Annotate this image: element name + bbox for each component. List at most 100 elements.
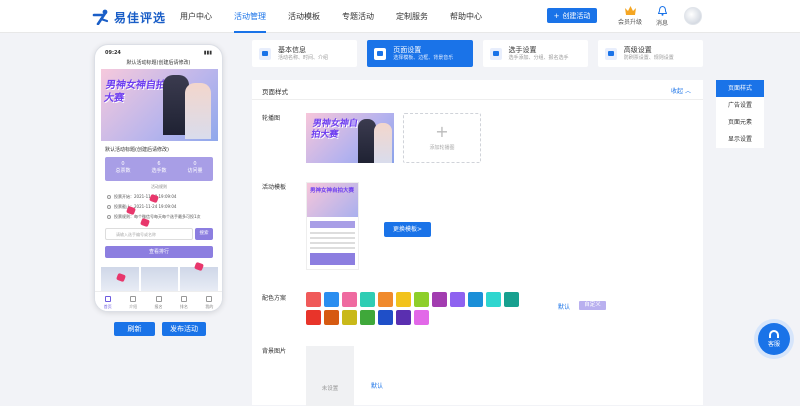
right-nav-display-settings[interactable]: 显示设置 <box>716 131 764 148</box>
app-name: 易佳评选 <box>114 10 167 25</box>
add-carousel-button[interactable]: + 添加轮播图 <box>403 113 481 163</box>
home-icon <box>104 296 111 302</box>
right-nav-page-elements[interactable]: 页面元素 <box>716 114 764 131</box>
template-thumbnail[interactable]: 男神女神自拍大赛 <box>306 182 359 270</box>
flower-decoration <box>149 193 159 204</box>
color-swatch[interactable] <box>342 310 357 325</box>
right-nav-ad-settings[interactable]: 广告设置 <box>716 97 764 114</box>
create-activity-button[interactable]: + 创建活动 <box>547 8 597 23</box>
setup-steps: 基本信息 活动名称、时间、介绍 页面设置 选择模板、边框、背景音乐 选手设置 选手添加… <box>252 40 703 67</box>
phone-rules-label: 活动规则 <box>151 184 167 189</box>
color-default-link[interactable]: 默认 <box>558 302 570 311</box>
carousel-label: 轮播图 <box>262 115 281 122</box>
phone-search-button[interactable]: 搜索 <box>195 228 213 240</box>
phone-tab-mine[interactable]: 我的 <box>197 292 222 311</box>
phone-tab-intro[interactable]: 介绍 <box>120 292 145 311</box>
phone-rank-button[interactable]: 查看排行 <box>105 246 213 258</box>
carousel-image[interactable]: 男神女神自拍大赛 <box>306 113 394 163</box>
color-swatch[interactable] <box>360 292 375 307</box>
phone-signal-icon: ▮▮▮ <box>203 50 212 56</box>
message-label: 消息 <box>655 20 668 27</box>
add-carousel-label: 添加轮播图 <box>429 145 455 151</box>
banner-person-female <box>374 123 392 163</box>
template-label: 活动模板 <box>262 184 287 191</box>
right-nav-page-style[interactable]: 页面样式 <box>716 80 764 97</box>
plus-icon: + <box>435 122 449 141</box>
phone-vote-rule: 投票规则：每个微信号每天每个选手最多可投1次 <box>107 214 201 220</box>
logo-icon <box>92 9 109 25</box>
color-scheme-label: 配色方案 <box>262 295 287 302</box>
phone-search-input[interactable]: 请输入选手编号或名称 <box>105 228 193 240</box>
gear-icon <box>604 47 617 60</box>
step-player-settings[interactable]: 选手设置 选手添加、分组、报名选手 <box>482 40 588 67</box>
background-label: 背景图片 <box>262 348 287 355</box>
nav-item-special[interactable]: 专题活动 <box>342 0 374 33</box>
color-swatch[interactable] <box>414 310 429 325</box>
chevron-up-icon: ︿ <box>684 88 691 95</box>
clock-icon <box>107 205 111 209</box>
color-swatch[interactable] <box>396 310 411 325</box>
phone-tab-home[interactable]: 首页 <box>95 292 120 311</box>
color-swatch[interactable] <box>432 292 447 307</box>
color-swatch[interactable] <box>468 292 483 307</box>
panel-title: 页面样式 <box>262 88 288 96</box>
color-swatch[interactable] <box>306 292 321 307</box>
customer-service-button[interactable]: 客服 <box>758 323 790 355</box>
signup-icon <box>155 296 162 302</box>
publish-activity-button[interactable]: 发布活动 <box>162 322 206 336</box>
phone-time: 09:24 <box>105 50 121 56</box>
logo[interactable]: 易佳评选 <box>92 8 166 26</box>
color-swatch[interactable] <box>396 292 411 307</box>
color-swatch[interactable] <box>450 292 465 307</box>
customer-service-label: 客服 <box>767 341 780 348</box>
refresh-button[interactable]: 刷新 <box>114 322 155 336</box>
stat-visits: 0 访问量 <box>187 161 203 174</box>
step-page-settings[interactable]: 页面设置 选择模板、边框、背景音乐 <box>367 40 473 67</box>
step-advanced-settings[interactable]: 高级设置 防刷票设置、规则设置 <box>597 40 703 67</box>
message-button[interactable]: 消息 <box>652 5 672 27</box>
phone-tab-bar: 首页 介绍 报名 排名 我的 <box>95 291 222 311</box>
vip-label: 会员升级 <box>617 19 642 26</box>
color-swatch[interactable] <box>378 292 393 307</box>
step-basic-info[interactable]: 基本信息 活动名称、时间、介绍 <box>252 40 358 67</box>
user-avatar[interactable] <box>684 7 702 25</box>
info-icon <box>107 215 111 219</box>
color-swatch[interactable] <box>324 292 339 307</box>
user-icon <box>489 47 502 60</box>
color-swatch[interactable] <box>486 292 501 307</box>
top-bar: 易佳评选 用户中心 活动管理 活动模板 专题活动 定制服务 帮助中心 + 创建活… <box>0 0 800 33</box>
template-banner-text: 男神女神自拍大赛 <box>310 188 355 194</box>
color-swatch[interactable] <box>378 310 393 325</box>
background-image-box[interactable]: 未设置 <box>306 346 354 406</box>
color-swatch[interactable] <box>342 292 357 307</box>
vip-upgrade-button[interactable]: 会员升级 <box>615 6 645 26</box>
background-default-link[interactable]: 默认 <box>371 381 383 390</box>
nav-item-custom-service[interactable]: 定制服务 <box>396 0 428 33</box>
main-nav: 用户中心 活动管理 活动模板 专题活动 定制服务 帮助中心 <box>180 0 504 33</box>
nav-item-user-center[interactable]: 用户中心 <box>180 0 212 33</box>
phone-page-title: 默认活动标题(创建后请修改) <box>126 60 191 66</box>
user-icon <box>206 296 213 302</box>
right-nav: 页面样式 广告设置 页面元素 显示设置 <box>716 80 764 148</box>
panel-header: 页面样式 收起 ︿ <box>252 80 703 100</box>
page-icon <box>374 47 387 60</box>
color-swatch[interactable] <box>504 292 519 307</box>
color-swatch[interactable] <box>306 310 321 325</box>
phone-tab-rank[interactable]: 排名 <box>171 292 196 311</box>
phone-stats: 0 总票数 6 选手数 0 访问量 <box>105 157 213 181</box>
change-template-button[interactable]: 更换模板> <box>384 222 431 237</box>
color-custom-button[interactable]: 自定义 <box>579 301 606 310</box>
nav-item-activity-manage[interactable]: 活动管理 <box>234 0 266 33</box>
phone-preview: 09:24 ▮▮▮ 默认活动标题(创建后请修改) 男神女神自拍大赛 默认活动标题… <box>94 44 223 312</box>
color-swatch[interactable] <box>414 292 429 307</box>
phone-tab-signup[interactable]: 报名 <box>146 292 171 311</box>
collapse-button[interactable]: 收起 ︿ <box>671 86 691 95</box>
color-swatch[interactable] <box>360 310 375 325</box>
nav-item-templates[interactable]: 活动模板 <box>288 0 320 33</box>
crown-icon <box>624 6 636 15</box>
nav-item-help[interactable]: 帮助中心 <box>450 0 482 33</box>
phone-vote-end: 投票截止：2021-11-24 19:09:04 <box>107 204 176 210</box>
create-activity-label: 创建活动 <box>562 11 591 20</box>
banner-person-female <box>185 83 211 139</box>
color-swatch[interactable] <box>324 310 339 325</box>
